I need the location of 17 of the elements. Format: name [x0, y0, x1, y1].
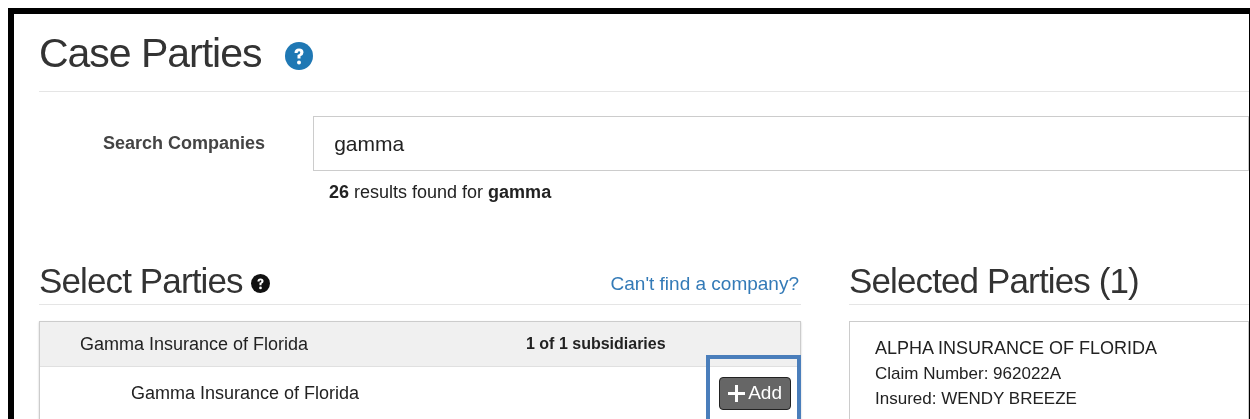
search-label: Search Companies — [103, 132, 266, 155]
search-field[interactable]: gamma — [313, 116, 1249, 171]
company-name: Gamma Insurance of Florida — [131, 381, 360, 405]
company-name: Gamma Insurance of Florida — [80, 332, 310, 356]
results-summary: 26 results found for gamma — [329, 182, 552, 202]
page-title: Case Parties — [39, 29, 262, 79]
party-name: ALPHA INSURANCE OF FLORIDA — [875, 337, 1159, 360]
group-row[interactable]: Gamma Insurance of Florida 1 of 1 subsidiaries — [40, 322, 800, 367]
section-heading: Selected Parties (1) — [849, 263, 1139, 298]
cant-find-company-link[interactable]: Can't find a company? — [610, 269, 799, 298]
plus-icon — [728, 384, 746, 402]
help-icon[interactable] — [250, 274, 270, 293]
add-button[interactable]: Add — [719, 376, 791, 410]
party-detail: Insured: WENDY BREEZE — [875, 388, 1078, 410]
party-detail: Claim Number: 962022A — [875, 363, 1063, 385]
section-heading: Select Parties — [39, 263, 243, 298]
subsidiaries-count: 1 of 1 subsidiaries — [526, 334, 666, 354]
